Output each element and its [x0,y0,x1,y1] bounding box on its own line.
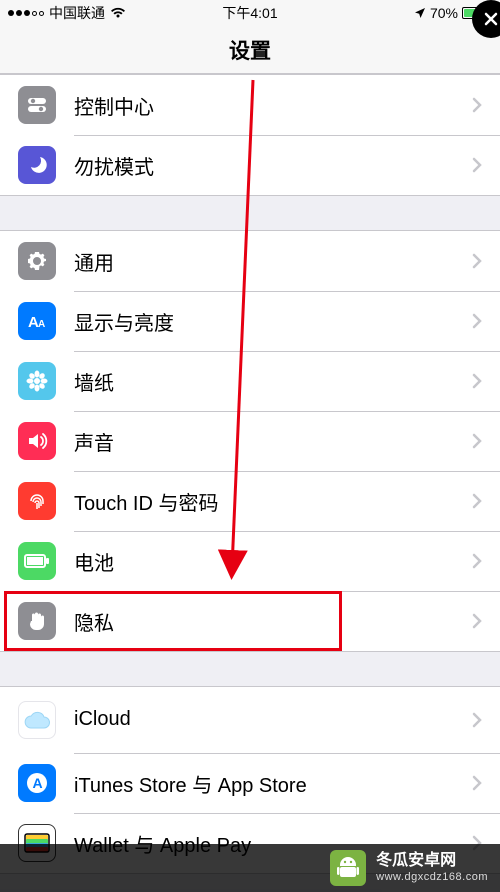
chevron-right-icon [472,373,482,389]
close-icon [483,11,499,27]
moon-icon [18,146,56,184]
watermark-logo-icon [330,850,366,886]
chevron-right-icon [472,97,482,113]
row-label: iTunes Store 与 App Store [74,769,472,798]
text-size-icon: AA [18,302,56,340]
row-general[interactable]: 通用 [0,231,500,291]
battery-icon [18,542,56,580]
settings-group: 控制中心 勿扰模式 [0,74,500,196]
settings-list[interactable]: 控制中心 勿扰模式 通用 AA [0,74,500,892]
row-battery[interactable]: 电池 [0,531,500,591]
row-label: 显示与亮度 [74,307,472,336]
watermark-url: www.dgxcdz168.com [376,871,488,884]
page-title: 设置 [229,35,271,65]
chevron-right-icon [472,253,482,269]
row-sounds[interactable]: 声音 [0,411,500,471]
row-wallpaper[interactable]: 墙纸 [0,351,500,411]
row-icloud[interactable]: iCloud [0,687,500,753]
row-control-center[interactable]: 控制中心 [0,75,500,135]
row-touchid[interactable]: Touch ID 与密码 [0,471,500,531]
cloud-icon [18,701,56,739]
settings-group: 通用 AA 显示与亮度 墙纸 声音 [0,230,500,652]
battery-pct-label: 70% [430,5,458,21]
row-dnd[interactable]: 勿扰模式 [0,135,500,195]
row-label: 通用 [74,247,472,276]
row-label: 墙纸 [74,367,472,396]
chevron-right-icon [472,613,482,629]
row-label: 勿扰模式 [74,151,472,180]
svg-text:A: A [38,319,45,330]
chevron-right-icon [472,553,482,569]
row-label: 声音 [74,427,472,456]
row-privacy[interactable]: 隐私 [0,591,500,651]
gear-icon [18,242,56,280]
row-display[interactable]: AA 显示与亮度 [0,291,500,351]
watermark-title: 冬瓜安卓网 [376,852,456,870]
hand-icon [18,602,56,640]
row-label: 隐私 [74,607,472,636]
fingerprint-icon [18,482,56,520]
row-label: 电池 [74,547,472,576]
row-label: Touch ID 与密码 [74,487,472,516]
chevron-right-icon [472,712,482,728]
appstore-icon: A [18,764,56,802]
location-icon [414,7,426,19]
chevron-right-icon [472,433,482,449]
row-label: 控制中心 [74,91,472,120]
svg-text:A: A [33,775,43,791]
signal-icon [8,10,44,16]
chevron-right-icon [472,313,482,329]
row-itunes[interactable]: A iTunes Store 与 App Store [0,753,500,813]
watermark-bar: 冬瓜安卓网 www.dgxcdz168.com [0,844,500,892]
status-bar: 中国联通 下午4:01 70% [0,0,500,26]
speaker-icon [18,422,56,460]
wifi-icon [110,7,126,19]
row-label: iCloud [74,708,472,731]
chevron-right-icon [472,157,482,173]
chevron-right-icon [472,775,482,791]
flower-icon [18,362,56,400]
chevron-right-icon [472,493,482,509]
screen: 中国联通 下午4:01 70% 设置 控制中心 [0,0,500,892]
toggles-icon [18,86,56,124]
nav-bar: 设置 [0,26,500,74]
carrier-label: 中国联通 [49,3,105,23]
